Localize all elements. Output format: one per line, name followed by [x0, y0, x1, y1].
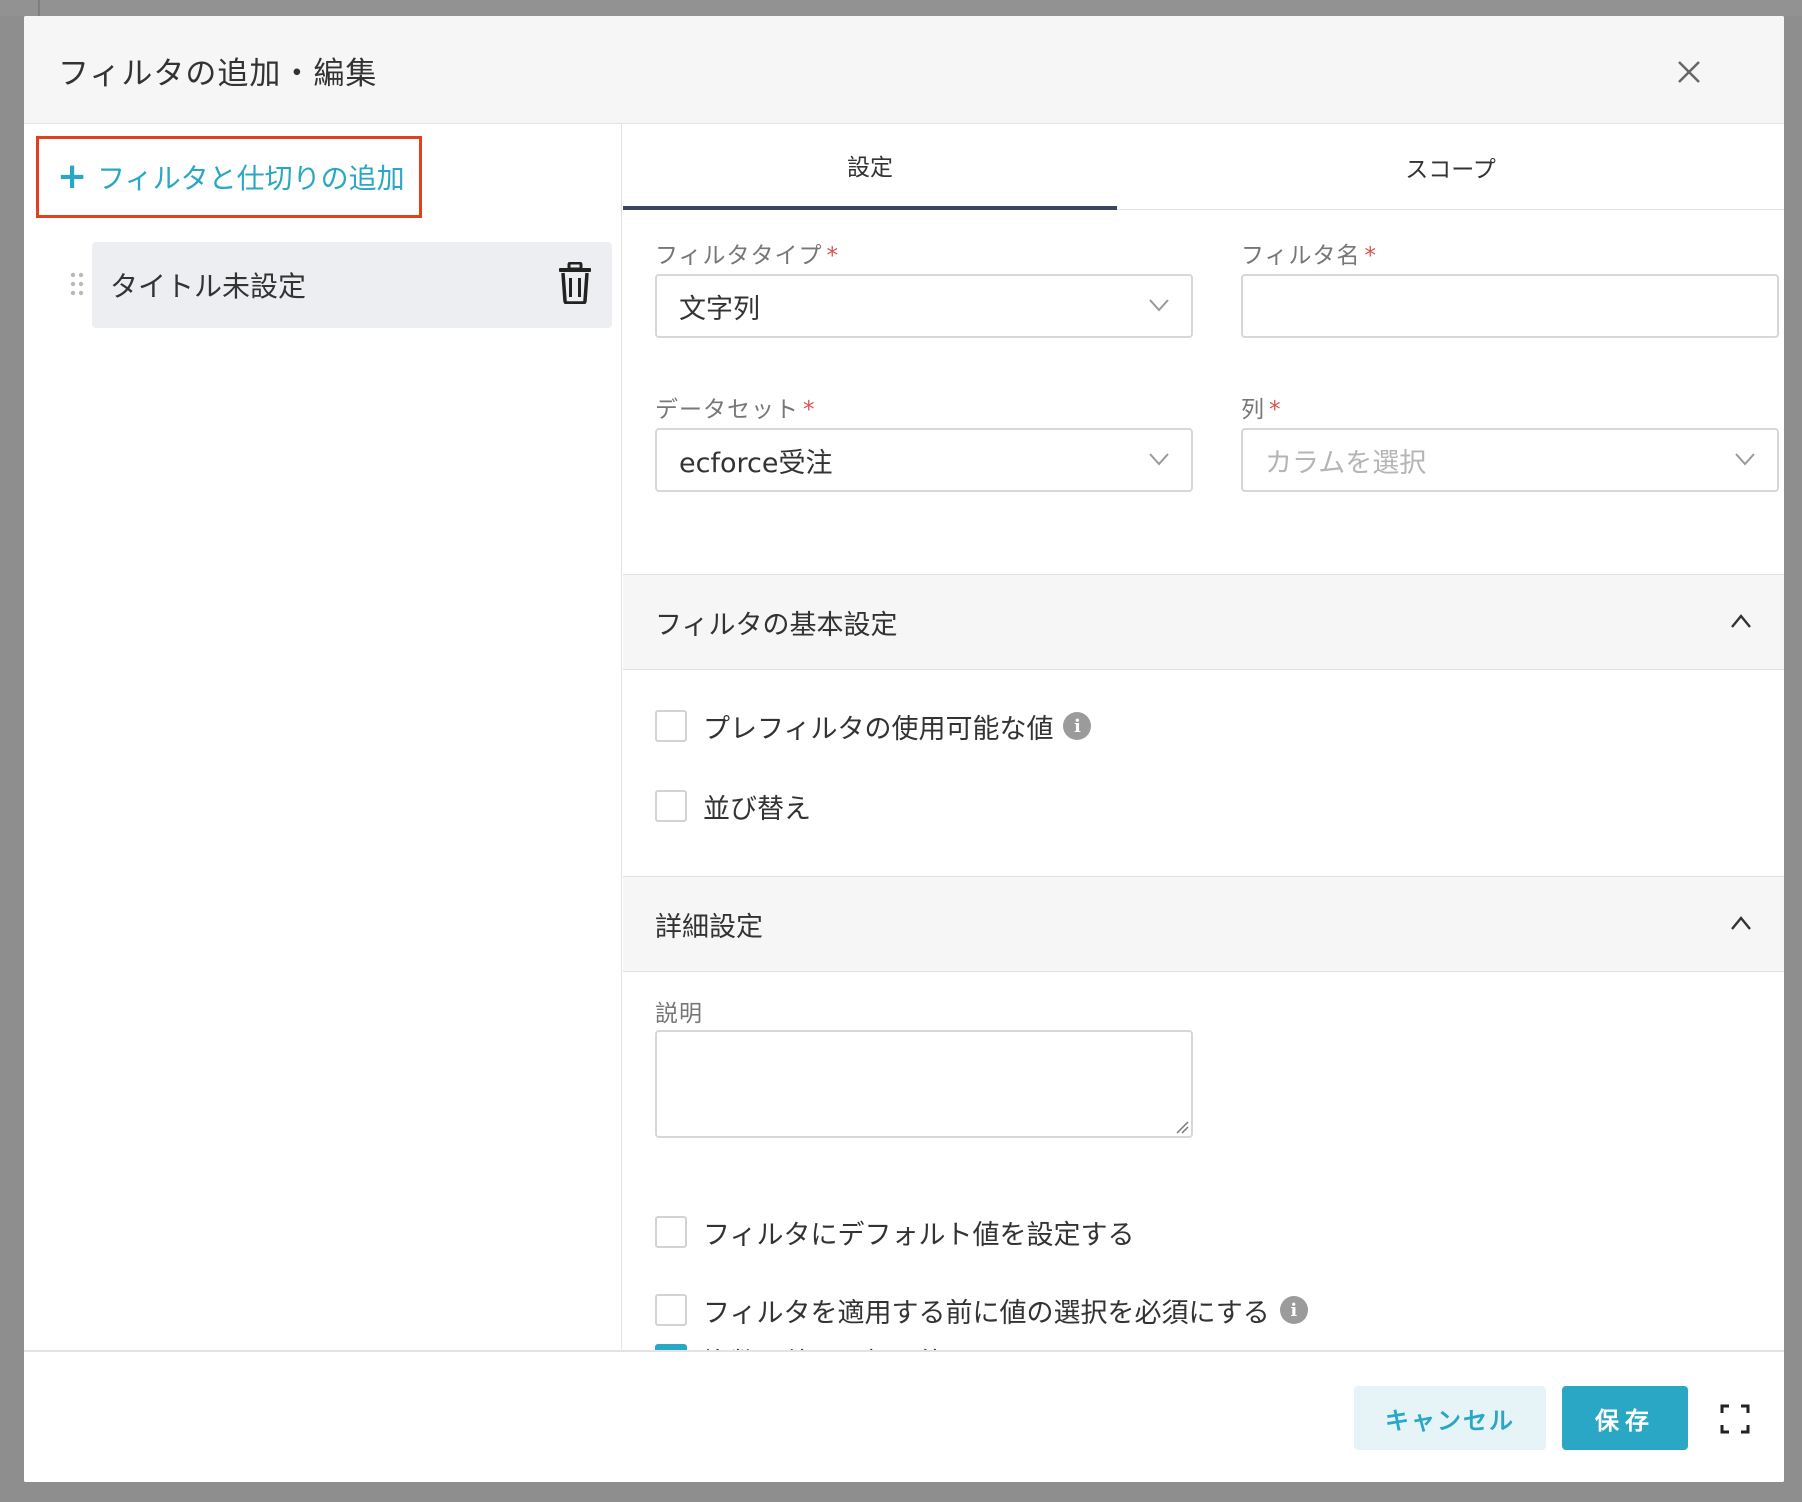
sort-checkbox[interactable]	[655, 790, 687, 822]
require-value-label: フィルタを適用する前に値の選択を必須にする	[703, 1297, 1270, 1329]
modal-footer: キャンセル 保存	[24, 1350, 1784, 1482]
basic-settings-header[interactable]: フィルタの基本設定	[623, 574, 1784, 670]
info-icon[interactable]: i	[1279, 1296, 1308, 1324]
background-page	[0, 0, 1802, 16]
column-label-text: 列	[1241, 397, 1265, 423]
modal-header: フィルタの追加・編集	[24, 16, 1784, 124]
plus-icon: +	[57, 156, 88, 197]
tab-settings[interactable]: 設定	[623, 124, 1117, 210]
advanced-settings-title: 詳細設定	[655, 911, 763, 943]
tab-scope[interactable]: スコープ	[1117, 124, 1784, 210]
filter-type-label-text: フィルタタイプ	[655, 243, 823, 269]
advanced-settings-header[interactable]: 詳細設定	[623, 876, 1784, 972]
info-icon[interactable]: i	[1063, 712, 1092, 740]
option-sort: 並び替え	[655, 786, 811, 826]
filter-name-input[interactable]	[1241, 274, 1779, 338]
filter-type-value: 文字列	[679, 293, 760, 325]
filter-name-label: フィルタ名 *	[1241, 236, 1377, 270]
chevron-down-icon	[1735, 453, 1755, 466]
close-icon	[1678, 61, 1700, 83]
required-mark: *	[1364, 243, 1378, 269]
add-filter-button[interactable]: + フィルタと仕切りの追加	[36, 136, 422, 218]
description-label: 説明	[655, 1001, 703, 1027]
background-divider	[38, 0, 40, 16]
basic-settings-title: フィルタの基本設定	[655, 609, 898, 641]
column-placeholder: カラムを選択	[1265, 447, 1427, 479]
required-mark: *	[803, 397, 816, 423]
default-value-label: フィルタにデフォルト値を設定する	[703, 1219, 1135, 1251]
chevron-down-icon	[1149, 453, 1169, 466]
chevron-up-icon	[1731, 916, 1751, 930]
filter-type-label: フィルタタイプ *	[655, 236, 839, 270]
filter-item-label: タイトル未設定	[110, 270, 307, 303]
chevron-up-icon	[1731, 614, 1751, 628]
filter-list-item[interactable]: タイトル未設定	[92, 242, 612, 328]
dataset-value: ecforce受注	[679, 447, 833, 479]
trash-icon[interactable]	[558, 262, 592, 304]
dataset-select[interactable]: ecforce受注	[655, 428, 1193, 492]
option-multiple-values: 複数の値を選択可能にする	[655, 1340, 1027, 1350]
save-button[interactable]: 保存	[1562, 1386, 1688, 1450]
prefilter-values-checkbox[interactable]	[655, 710, 687, 742]
required-mark: *	[826, 243, 840, 269]
column-select[interactable]: カラムを選択	[1241, 428, 1779, 492]
dataset-label: データセット *	[655, 390, 816, 424]
drag-handle-icon[interactable]	[70, 272, 84, 296]
required-mark: *	[1269, 397, 1282, 423]
option-prefilter-values: プレフィルタの使用可能な値 i	[655, 706, 1092, 746]
column-label: 列 *	[1241, 390, 1282, 424]
cancel-button[interactable]: キャンセル	[1354, 1386, 1546, 1450]
filter-name-label-text: フィルタ名	[1241, 243, 1361, 269]
filter-type-select[interactable]: 文字列	[655, 274, 1193, 338]
dataset-label-text: データセット	[655, 397, 799, 423]
require-value-checkbox[interactable]	[655, 1294, 687, 1326]
multiple-values-label: 複数の値を選択可能にする	[703, 1341, 1027, 1351]
background-page-bottom	[0, 1482, 1802, 1502]
close-button[interactable]	[1669, 52, 1709, 92]
prefilter-values-label: プレフィルタの使用可能な値	[703, 713, 1054, 745]
add-filter-label: フィルタと仕切りの追加	[97, 162, 405, 195]
filter-settings-panel: 設定 スコープ フィルタタイプ * 文字列 フィルタ名 * データセット * ecfo…	[623, 124, 1784, 1350]
tab-bar: 設定 スコープ	[623, 124, 1784, 210]
filter-list-panel: + フィルタと仕切りの追加 タイトル未設定	[24, 124, 622, 1350]
default-value-checkbox[interactable]	[655, 1216, 687, 1248]
resize-grip-icon[interactable]	[1175, 1120, 1189, 1134]
description-textarea[interactable]	[655, 1030, 1193, 1138]
option-require-value: フィルタを適用する前に値の選択を必須にする i	[655, 1290, 1308, 1330]
expand-icon[interactable]	[1720, 1404, 1750, 1434]
modal-title: フィルタの追加・編集	[58, 56, 378, 92]
filter-edit-modal: フィルタの追加・編集 + フィルタと仕切りの追加 タイトル未設定 設定 スコープ…	[24, 16, 1784, 1482]
option-default-value: フィルタにデフォルト値を設定する	[655, 1212, 1134, 1252]
chevron-down-icon	[1149, 299, 1169, 312]
sort-label: 並び替え	[703, 793, 811, 825]
